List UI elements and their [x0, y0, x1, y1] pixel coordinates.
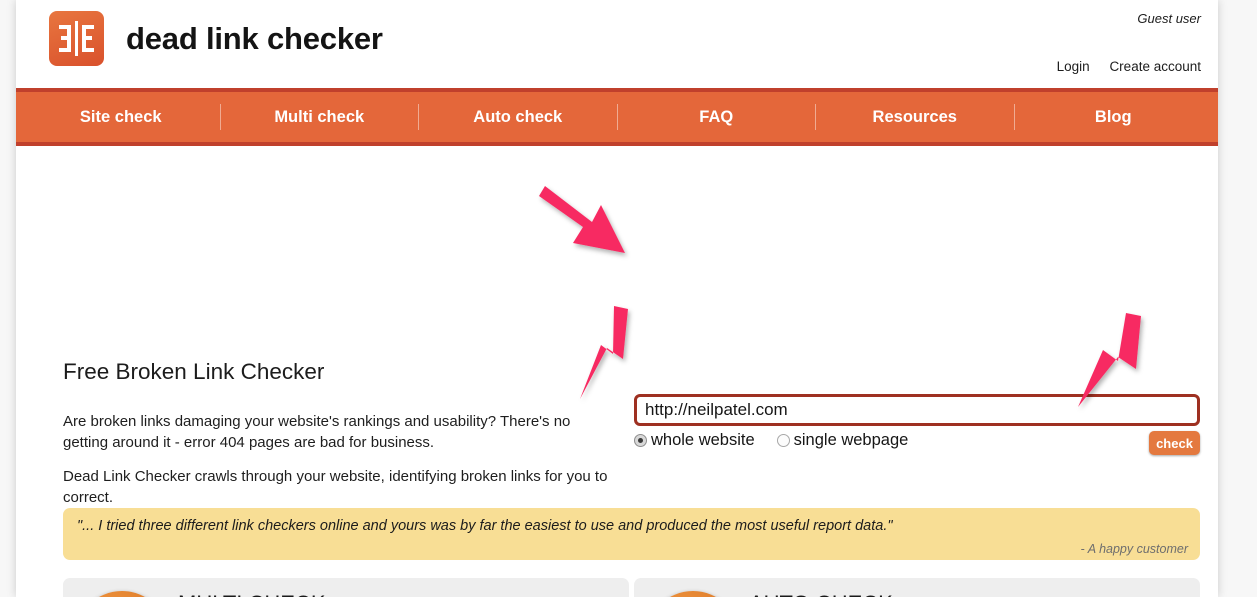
nav-item-blog[interactable]: Blog: [1015, 108, 1213, 127]
page-title: Free Broken Link Checker: [63, 359, 325, 385]
radio-option-single-webpage[interactable]: single webpage: [776, 431, 909, 450]
url-input[interactable]: [634, 394, 1200, 426]
create-account-link[interactable]: Create account: [1109, 59, 1201, 74]
radio-whole-website-icon[interactable]: [634, 434, 647, 447]
nav-item-faq[interactable]: FAQ: [618, 108, 816, 127]
logo-text: dead link checker: [126, 20, 383, 56]
login-link[interactable]: Login: [1057, 59, 1090, 74]
intro-paragraph-1: Are broken links damaging your website's…: [63, 413, 571, 451]
site-header: dead link checker Guest user Login Creat…: [16, 0, 1218, 88]
nav-item-resources[interactable]: Resources: [816, 108, 1014, 127]
page-container: dead link checker Guest user Login Creat…: [16, 0, 1218, 597]
intro-paragraph-2: Dead Link Checker crawls through your we…: [63, 468, 608, 506]
logo[interactable]: dead link checker: [49, 11, 383, 66]
broken-link-logo-icon: [49, 11, 104, 66]
nav-item-auto-check[interactable]: Auto check: [419, 108, 617, 127]
testimonial-quote: "... I tried three different link checke…: [77, 518, 893, 534]
scope-radio-group: whole website single webpage: [634, 431, 930, 450]
account-links: Login Create account: [1041, 59, 1201, 74]
guest-user-label: Guest user: [1137, 11, 1201, 26]
feature-card-auto-check[interactable]: AUTO CHECK Our most popular service is A…: [634, 578, 1200, 597]
main-content: Free Broken Link Checker Are broken link…: [16, 146, 1218, 597]
main-navigation: Site check Multi check Auto check FAQ Re…: [16, 88, 1218, 146]
refresh-cycle-icon: [646, 591, 740, 597]
nav-item-multi-check[interactable]: Multi check: [221, 108, 419, 127]
chevrons-down-icon: [75, 591, 169, 597]
testimonial-banner: "... I tried three different link checke…: [63, 508, 1200, 560]
feature-card-multi-check[interactable]: MULTI CHECK Multi Check enables you to r…: [63, 578, 629, 597]
radio-single-webpage-icon[interactable]: [776, 434, 790, 447]
feature-card-title: AUTO CHECK: [749, 591, 893, 597]
feature-card-title: MULTI CHECK: [178, 591, 326, 597]
testimonial-author: - A happy customer: [1080, 542, 1188, 556]
nav-item-site-check[interactable]: Site check: [22, 108, 220, 127]
radio-single-webpage-label: single webpage: [793, 431, 909, 449]
radio-whole-website-label: whole website: [651, 431, 755, 449]
radio-option-whole-website[interactable]: whole website: [634, 431, 755, 450]
check-button[interactable]: check: [1149, 431, 1200, 455]
